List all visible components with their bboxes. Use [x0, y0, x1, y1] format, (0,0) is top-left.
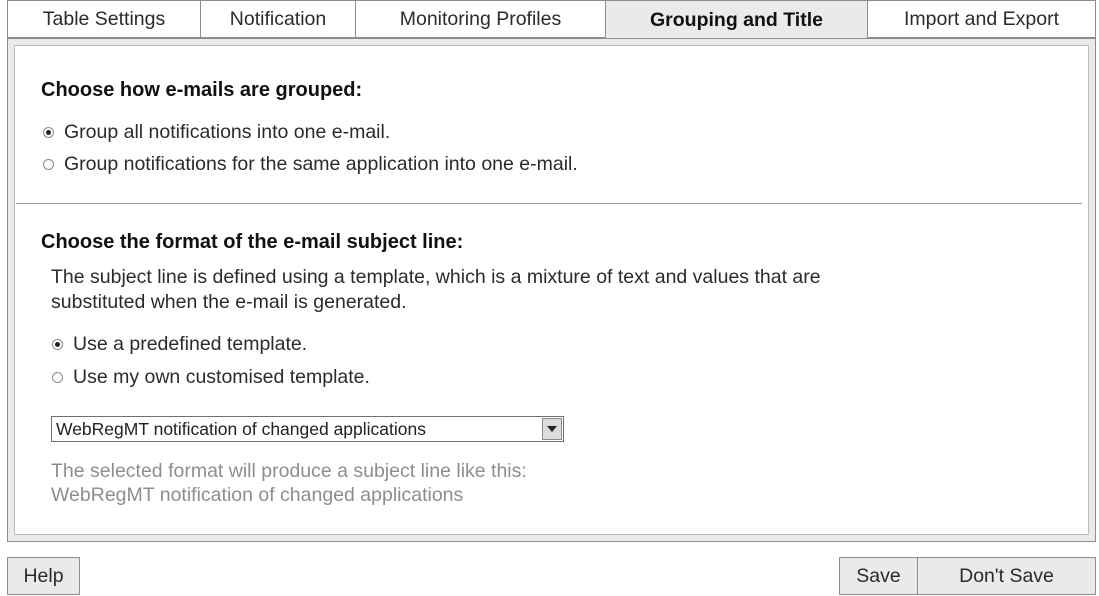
- tab-import-and-export[interactable]: Import and Export: [868, 0, 1096, 38]
- help-button[interactable]: Help: [7, 557, 80, 595]
- subject-description-line1: The subject line is defined using a temp…: [51, 266, 821, 288]
- subject-description-line2: substituted when the e-mail is generated…: [51, 291, 407, 313]
- tab-monitoring-profiles[interactable]: Monitoring Profiles: [356, 0, 606, 38]
- preview-label: The selected format will produce a subje…: [51, 460, 527, 482]
- radio-button[interactable]: [43, 159, 54, 170]
- radio-group-all[interactable]: Group all notifications into one e-mail.: [43, 121, 390, 144]
- radio-label: Group all notifications into one e-mail.: [64, 121, 391, 143]
- radio-label: Use my own customised template.: [73, 366, 370, 388]
- radio-button-selected[interactable]: [43, 127, 54, 138]
- tab-table-settings[interactable]: Table Settings: [7, 0, 201, 38]
- preview-value: WebRegMT notification of changed applica…: [51, 484, 464, 506]
- tab-grouping-and-title[interactable]: Grouping and Title: [606, 0, 868, 39]
- settings-content: Choose how e-mails are grouped: Group al…: [14, 45, 1089, 535]
- chevron-down-icon[interactable]: [542, 418, 562, 440]
- radio-custom-template[interactable]: Use my own customised template.: [52, 366, 370, 389]
- save-button[interactable]: Save: [839, 557, 918, 595]
- dont-save-button[interactable]: Don't Save: [917, 557, 1096, 595]
- radio-group-by-application[interactable]: Group notifications for the same applica…: [43, 153, 578, 176]
- radio-button[interactable]: [52, 372, 63, 383]
- tab-panel: Choose how e-mails are grouped: Group al…: [7, 38, 1096, 542]
- radio-predefined-template[interactable]: Use a predefined template.: [52, 333, 307, 356]
- subject-heading: Choose the format of the e-mail subject …: [41, 231, 464, 253]
- template-select[interactable]: WebRegMT notification of changed applica…: [51, 416, 564, 442]
- radio-label: Use a predefined template.: [73, 333, 308, 355]
- radio-button-selected[interactable]: [52, 339, 63, 350]
- radio-label: Group notifications for the same applica…: [64, 153, 578, 175]
- grouping-heading: Choose how e-mails are grouped:: [41, 79, 363, 101]
- template-select-value: WebRegMT notification of changed applica…: [56, 418, 426, 439]
- tab-notification[interactable]: Notification: [201, 0, 356, 38]
- tab-bar: Table Settings Notification Monitoring P…: [7, 0, 1096, 39]
- section-divider: [16, 203, 1082, 204]
